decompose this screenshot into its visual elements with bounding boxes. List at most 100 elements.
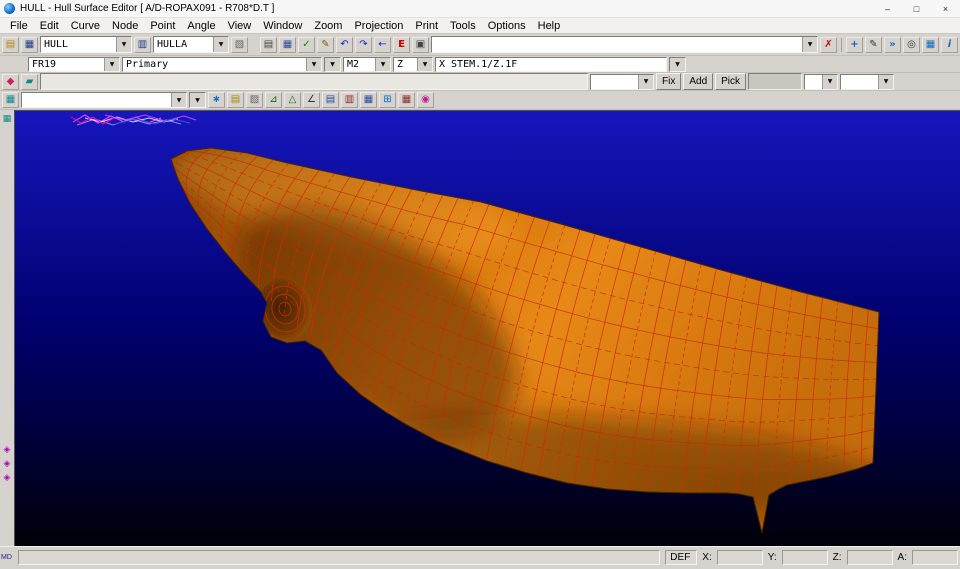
chevron-down-icon[interactable]: ▼ xyxy=(670,57,685,71)
menubar: File Edit Curve Node Point Angle View Wi… xyxy=(0,18,960,34)
strip-grid-icon[interactable]: ▦ xyxy=(1,112,14,125)
menu-projection[interactable]: Projection xyxy=(348,20,409,32)
small-triangle-icon[interactable]: ⊿ xyxy=(265,92,282,108)
error-list-icon[interactable]: E xyxy=(393,36,410,53)
snap-star-icon[interactable]: ∗ xyxy=(208,92,225,108)
chevron-down-icon[interactable]: ▼ xyxy=(375,57,390,71)
menu-edit[interactable]: Edit xyxy=(34,20,65,32)
menu-window[interactable]: Window xyxy=(257,20,308,32)
save-version-icon[interactable]: ▥ xyxy=(134,36,151,53)
save-icon[interactable]: ▦ xyxy=(21,36,38,53)
app-icon xyxy=(4,3,15,14)
chevron-down-icon[interactable]: ▼ xyxy=(306,57,321,71)
chevron-down-icon[interactable]: ▼ xyxy=(104,57,119,71)
curve-type-combo[interactable]: Primary ▼ xyxy=(122,56,322,72)
pen-icon[interactable]: ✎ xyxy=(865,36,882,53)
angle-icon[interactable]: ∠ xyxy=(303,92,320,108)
palette-icon[interactable]: ◉ xyxy=(417,92,434,108)
expr-dropdown[interactable]: ▼ xyxy=(669,56,686,72)
window-panel-icon[interactable]: ▣ xyxy=(412,36,429,53)
menu-options[interactable]: Options xyxy=(482,20,532,32)
menu-zoom[interactable]: Zoom xyxy=(308,20,348,32)
minimize-button[interactable]: – xyxy=(873,0,902,17)
marker-icon-3[interactable]: ◈ xyxy=(1,471,14,484)
curve-type-combo-value: Primary xyxy=(126,58,169,70)
chevron-down-icon[interactable]: ▼ xyxy=(171,93,186,107)
edit-page-icon[interactable]: ✎ xyxy=(317,36,334,53)
status-z-label: Z: xyxy=(832,551,842,563)
snap-combo[interactable]: ▼ xyxy=(590,73,654,90)
hull-render-canvas[interactable] xyxy=(15,111,960,546)
frame-combo[interactable]: FR19 ▼ xyxy=(28,56,120,72)
triangle-icon[interactable]: △ xyxy=(284,92,301,108)
chevron-down-icon[interactable]: ▼ xyxy=(417,57,432,71)
grid-plus-icon[interactable]: ⊞ xyxy=(379,92,396,108)
mode-indicator: MD xyxy=(1,553,12,561)
window-controls: – □ × xyxy=(873,0,960,17)
table-view-icon[interactable]: ▦ xyxy=(922,36,939,53)
chevron-down-icon[interactable]: ▼ xyxy=(878,74,894,89)
info-icon[interactable]: i xyxy=(941,36,958,53)
menu-tools[interactable]: Tools xyxy=(444,20,482,32)
node-diamond-icon[interactable]: ◆ xyxy=(2,73,19,90)
titlebar[interactable]: HULL - Hull Surface Editor [ A/D-ROPAX09… xyxy=(0,0,960,18)
surface-combo[interactable]: HULL ▼ xyxy=(40,36,132,53)
page-marks-icon[interactable]: ▥ xyxy=(341,92,358,108)
table-icon[interactable]: ▦ xyxy=(279,36,296,53)
menu-angle[interactable]: Angle xyxy=(181,20,221,32)
open-icon[interactable]: ▤ xyxy=(2,36,19,53)
menu-file[interactable]: File xyxy=(4,20,34,32)
chevron-down-icon[interactable]: ▼ xyxy=(116,37,131,52)
delete-icon[interactable]: ✗ xyxy=(820,36,837,53)
layer-icon[interactable]: ▤ xyxy=(227,92,244,108)
chevron-down-icon[interactable]: ▼ xyxy=(802,37,817,52)
close-button[interactable]: × xyxy=(931,0,960,17)
display-extra-combo[interactable]: ▼ xyxy=(189,92,206,108)
pick-button[interactable]: Pick xyxy=(715,73,747,90)
chevron-down-icon[interactable]: ▼ xyxy=(822,74,838,89)
apply-check-icon[interactable]: ✓ xyxy=(298,36,315,53)
sheet-icon[interactable]: ▤ xyxy=(260,36,277,53)
chevron-down-icon[interactable]: ▼ xyxy=(638,74,653,89)
document-icon[interactable]: ▧ xyxy=(231,36,248,53)
version-combo[interactable]: HULLA ▼ xyxy=(153,36,229,53)
add-button[interactable]: Add xyxy=(683,73,714,90)
maximize-button[interactable]: □ xyxy=(902,0,931,17)
chevron-down-icon[interactable]: ▼ xyxy=(325,57,340,71)
menu-point[interactable]: Point xyxy=(144,20,181,32)
redo-icon[interactable]: ↷ xyxy=(355,36,372,53)
marker-icon-2[interactable]: ◈ xyxy=(1,457,14,470)
back-arrow-icon[interactable]: ← xyxy=(374,36,391,53)
fast-forward-icon[interactable]: » xyxy=(884,36,901,53)
chevron-down-icon[interactable]: ▼ xyxy=(190,93,205,107)
hatch-icon[interactable]: ▨ xyxy=(246,92,263,108)
segment-icon[interactable]: ▰ xyxy=(21,73,38,90)
mode-combo[interactable]: M2 ▼ xyxy=(343,56,391,72)
page-lines-icon[interactable]: ▤ xyxy=(322,92,339,108)
undo-icon[interactable]: ↶ xyxy=(336,36,353,53)
fit-view-icon[interactable]: + xyxy=(846,36,863,53)
menu-view[interactable]: View xyxy=(222,20,258,32)
inspect-icon[interactable]: ◎ xyxy=(903,36,920,53)
tolerance-combo[interactable]: ▼ xyxy=(840,73,895,90)
menu-help[interactable]: Help xyxy=(532,20,567,32)
status-z-value xyxy=(846,549,893,565)
menu-print[interactable]: Print xyxy=(409,20,444,32)
extra-combo[interactable]: ▼ xyxy=(324,56,341,72)
marker-icon-1[interactable]: ◈ xyxy=(1,443,14,456)
mode-combo-value: M2 xyxy=(347,58,360,70)
fix-button[interactable]: Fix xyxy=(656,73,682,90)
menu-node[interactable]: Node xyxy=(106,20,144,32)
chevron-down-icon[interactable]: ▼ xyxy=(213,37,228,52)
display-set-combo[interactable]: ▼ xyxy=(21,92,187,108)
unit-combo[interactable]: ▼ xyxy=(804,73,839,90)
display-grid-icon[interactable]: ▦ xyxy=(2,92,19,108)
menu-curve[interactable]: Curve xyxy=(65,20,106,32)
object-path-combo[interactable]: ▼ xyxy=(431,36,818,53)
viewport-3d[interactable] xyxy=(14,110,960,546)
value-field[interactable] xyxy=(748,73,803,90)
table-e-icon[interactable]: ▦ xyxy=(360,92,377,108)
calendar-icon[interactable]: ▦ xyxy=(398,92,415,108)
definition-expr-combo[interactable]: X STEM.1/Z.1F xyxy=(435,56,667,72)
axis-combo[interactable]: Z ▼ xyxy=(393,56,433,72)
